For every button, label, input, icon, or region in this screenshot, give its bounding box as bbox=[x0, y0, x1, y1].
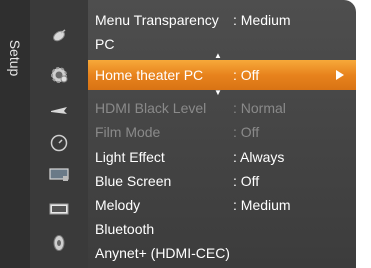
menu-item-anynet[interactable]: Anynet+ (HDMI-CEC) bbox=[95, 245, 230, 261]
category-icon-column bbox=[30, 0, 88, 268]
sidebar-setup-label: Setup bbox=[7, 39, 23, 77]
menu-item-light-effect[interactable]: Light Effect bbox=[95, 149, 165, 165]
sidebar-strip: Setup bbox=[0, 0, 30, 268]
menu-item-blue-screen[interactable]: Blue Screen bbox=[95, 173, 171, 189]
menu-value-film-mode: : Off bbox=[233, 124, 260, 140]
menu-item-bluetooth[interactable]: Bluetooth bbox=[95, 221, 154, 237]
scroll-down-icon[interactable]: ▼ bbox=[214, 88, 222, 97]
satellite-icon[interactable] bbox=[50, 28, 68, 44]
screen-icon[interactable] bbox=[49, 203, 69, 215]
scroll-up-icon[interactable]: ▲ bbox=[214, 51, 222, 60]
menu-item-home-theater-pc[interactable]: Home theater PC bbox=[95, 67, 203, 83]
menu-value-melody: : Medium bbox=[233, 197, 291, 213]
menu-item-hdmi-black-level[interactable]: HDMI Black Level bbox=[95, 100, 206, 116]
menu-value-home-theater-pc: : Off bbox=[233, 67, 260, 83]
menu-value-light-effect: : Always bbox=[233, 149, 285, 165]
tv-icon[interactable] bbox=[49, 168, 69, 182]
disc-icon[interactable] bbox=[52, 234, 66, 252]
chevron-right-icon bbox=[336, 70, 344, 80]
clock-icon[interactable] bbox=[50, 134, 68, 152]
menu-value-blue-screen: : Off bbox=[233, 173, 260, 189]
menu-item-melody[interactable]: Melody bbox=[95, 197, 140, 213]
setup-menu-panel: Setup ▲ ▼ Menu Transparency: Medium PC … bbox=[0, 0, 356, 268]
menu-item-pc[interactable]: PC bbox=[95, 36, 114, 52]
menu-value-menu-transparency: : Medium bbox=[233, 12, 291, 28]
plane-icon[interactable] bbox=[50, 104, 68, 116]
menu-item-menu-transparency[interactable]: Menu Transparency bbox=[95, 12, 219, 28]
menu-value-hdmi-black-level: : Normal bbox=[233, 100, 286, 116]
menu-item-film-mode[interactable]: Film Mode bbox=[95, 124, 160, 140]
gear-icon[interactable] bbox=[49, 65, 69, 85]
